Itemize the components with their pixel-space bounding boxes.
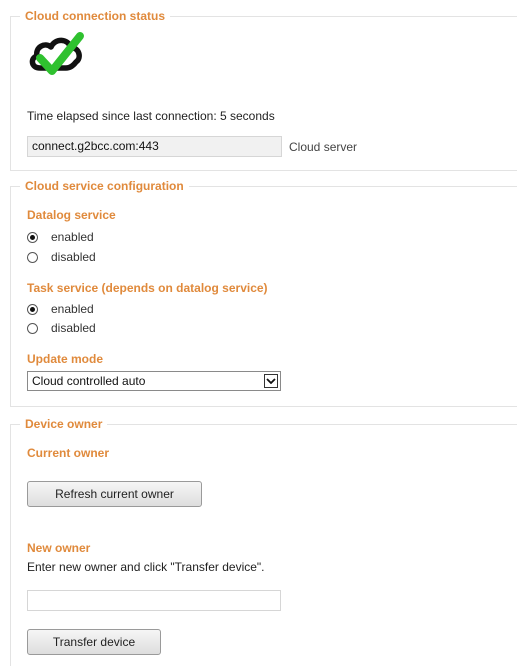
service-config-legend: Cloud service configuration <box>20 179 189 193</box>
current-owner-title: Current owner <box>27 446 110 460</box>
cloud-check-icon <box>29 32 84 75</box>
update-mode-value: Cloud controlled auto <box>32 374 146 388</box>
chevron-down-icon[interactable] <box>264 374 278 388</box>
new-owner-instructions: Enter new owner and click "Transfer devi… <box>27 560 265 574</box>
task-enabled-label: enabled <box>51 302 94 316</box>
radio-checked-icon[interactable] <box>27 231 38 243</box>
update-mode-select[interactable]: Cloud controlled auto <box>27 371 281 391</box>
new-owner-title: New owner <box>27 541 91 555</box>
datalog-disabled-label: disabled <box>51 250 96 264</box>
transfer-device-button[interactable]: Transfer device <box>27 629 161 655</box>
radio-checked-icon[interactable] <box>27 303 38 315</box>
new-owner-input[interactable] <box>27 590 281 611</box>
radio-unchecked-icon[interactable] <box>27 251 38 263</box>
datalog-service-title: Datalog service <box>27 208 116 222</box>
device-owner-legend: Device owner <box>20 417 108 431</box>
datalog-enabled-radio[interactable]: enabled <box>27 229 94 245</box>
cloud-status-legend: Cloud connection status <box>20 9 171 23</box>
cloud-server-label: Cloud server <box>289 140 358 154</box>
task-disabled-radio[interactable]: disabled <box>27 320 96 336</box>
task-disabled-label: disabled <box>51 321 96 335</box>
radio-unchecked-icon[interactable] <box>27 322 38 334</box>
task-enabled-radio[interactable]: enabled <box>27 301 94 317</box>
task-service-title: Task service (depends on datalog service… <box>27 281 268 295</box>
datalog-enabled-label: enabled <box>51 230 94 244</box>
refresh-owner-button[interactable]: Refresh current owner <box>27 481 202 507</box>
datalog-disabled-radio[interactable]: disabled <box>27 249 96 265</box>
cloud-server-field[interactable]: connect.g2bcc.com:443 <box>27 136 282 157</box>
elapsed-time-text: Time elapsed since last connection: 5 se… <box>27 109 275 123</box>
update-mode-title: Update mode <box>27 352 104 366</box>
